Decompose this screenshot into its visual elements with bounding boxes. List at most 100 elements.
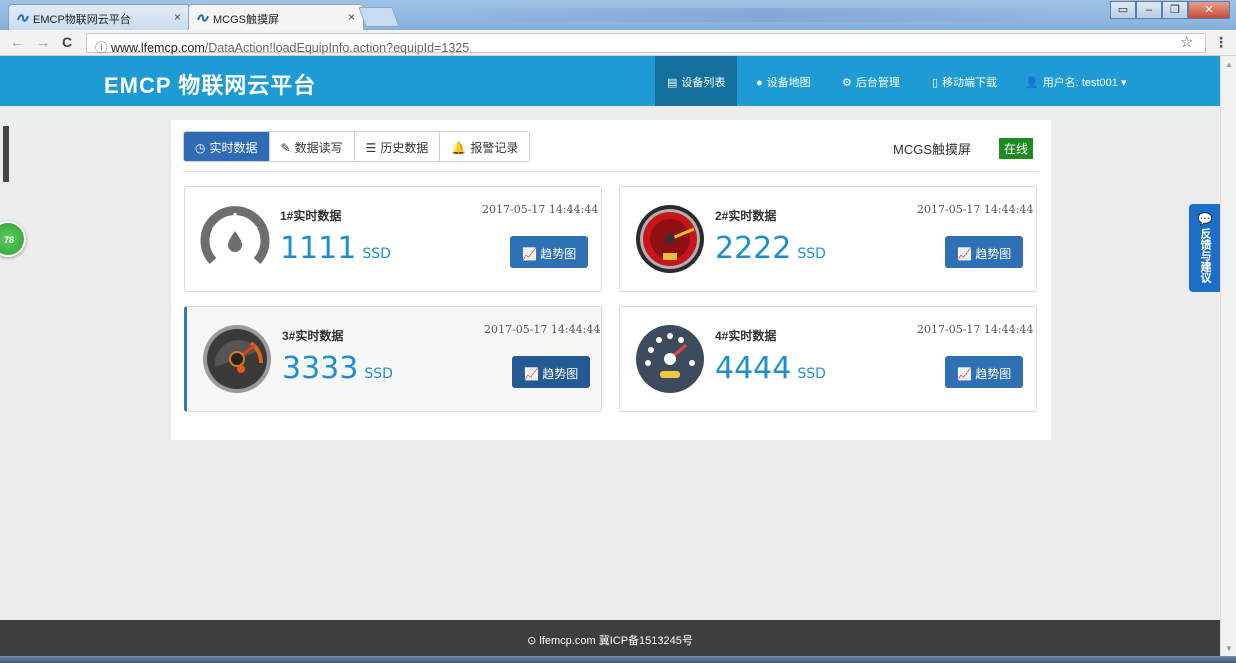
clock-icon: ◷ (195, 141, 206, 155)
tab-history-data[interactable]: ☰ 历史数据 (354, 132, 441, 161)
site-logo[interactable]: EMCP 物联网云平台 (104, 68, 316, 100)
gears-icon: ⚙ (842, 77, 852, 89)
site-favicon-icon (197, 14, 209, 22)
tab-label: 报警记录 (470, 141, 519, 155)
footer-text: lfemcp.com 冀ICP备1513245号 (539, 635, 693, 647)
floating-badge[interactable]: 78 (0, 221, 26, 257)
maximize-icon[interactable]: ❐ (1162, 1, 1188, 19)
nav-label: 设备地图 (766, 77, 811, 89)
status-badge: 在线 (999, 138, 1034, 159)
pencil-icon: ✎ (280, 141, 291, 155)
window-controls: ▭ – ❐ ✕ (1110, 1, 1230, 19)
browser-tab-emcp[interactable]: EMCP物联网云平台 × (8, 4, 190, 30)
card-title: 2#实时数据 (715, 209, 777, 223)
card-value: 3333 SSD (282, 351, 393, 386)
card-value: 2222 SSD (715, 231, 826, 266)
card-title: 1#实时数据 (280, 209, 342, 223)
nav-device-list[interactable]: ▤ 设备列表 (655, 56, 738, 106)
address-bar: ← → C ⓘ www.lfemcp.com/DataAction!loadEq… (0, 30, 1236, 56)
device-panel: ◷ 实时数据 ✎ 数据读写 ☰ 历史数据 🔔 报警记录 MCGS触摸屏 在线 1#实时数… (171, 120, 1051, 440)
value-unit: SSD (797, 366, 826, 382)
value-number: 4444 (715, 351, 792, 386)
value-number: 3333 (282, 351, 359, 386)
info-icon: ⓘ (95, 41, 111, 55)
chart-icon: 📈 (524, 367, 539, 381)
page-content: EMCP 物联网云平台 ▤ 设备列表 ● 设备地图 ⚙ 后台管理 ▯ 移动端下载 👤 用户… (0, 56, 1220, 656)
tab-title: MCGS触摸屏 (213, 14, 279, 26)
nav-label: 设备列表 (681, 77, 726, 89)
mobile-icon: ▯ (932, 77, 939, 89)
value-unit: SSD (364, 366, 393, 382)
dashboard-gauge-icon (636, 325, 704, 393)
browser-tab-mcgs[interactable]: MCGS触摸屏 × (188, 4, 364, 30)
feedback-button[interactable]: 💬 反馈与建议 (1189, 204, 1220, 292)
url-input[interactable]: ⓘ www.lfemcp.com/DataAction!loadEquipInf… (86, 33, 1206, 55)
scroll-up-icon[interactable]: ▲ (1225, 60, 1233, 69)
dark-speedometer-icon (203, 325, 271, 393)
back-arrow-icon[interactable]: ← (10, 34, 24, 50)
nav-user-menu[interactable]: 👤 用户名: test001 ▾ (1025, 56, 1126, 106)
tab-close-icon[interactable]: × (348, 10, 355, 24)
card-value: 4444 SSD (715, 351, 826, 386)
button-label: 趋势图 (542, 367, 579, 381)
tab-alarm-records[interactable]: 🔔 报警记录 (440, 132, 530, 161)
vertical-scrollbar[interactable]: ▲ ▼ (1220, 56, 1236, 663)
tab-close-icon[interactable]: × (174, 10, 181, 24)
data-card-4: 4#实时数据 2017-05-17 14:44:44 4444 SSD 📈 趋势图 (619, 306, 1037, 412)
data-card-3: 3#实时数据 2017-05-17 14:44:44 3333 SSD 📈 趋势图 (184, 306, 602, 412)
minimize-icon[interactable]: – (1136, 1, 1162, 19)
value-unit: SSD (362, 246, 391, 262)
red-speedometer-icon (636, 205, 704, 273)
card-timestamp: 2017-05-17 14:44:44 (917, 203, 1034, 216)
list-icon: ▤ (667, 77, 678, 89)
nav-device-map[interactable]: ● 设备地图 (756, 56, 811, 106)
scroll-down-icon[interactable]: ▼ (1225, 644, 1233, 653)
button-label: 趋势图 (975, 247, 1012, 261)
chart-icon: 📈 (957, 367, 972, 381)
value-number: 1111 (280, 231, 357, 266)
card-timestamp: 2017-05-17 14:44:44 (484, 323, 601, 336)
blurred-title-area (420, 8, 1110, 22)
bell-icon: 🔔 (451, 141, 467, 155)
browser-menu-icon[interactable]: ⋮ (1214, 34, 1228, 51)
bookmark-star-icon[interactable]: ☆ (1180, 33, 1193, 51)
data-card-2: 2#实时数据 2017-05-17 14:44:44 2222 SSD 📈 趋势图 (619, 186, 1037, 292)
divider (183, 171, 1039, 172)
trend-chart-button[interactable]: 📈 趋势图 (945, 356, 1023, 388)
page-footer: ⊙ lfemcp.com 冀ICP备1513245号 (0, 620, 1220, 656)
trend-chart-button[interactable]: 📈 趋势图 (512, 356, 590, 388)
nav-admin[interactable]: ⚙ 后台管理 (842, 56, 900, 106)
device-name: MCGS触摸屏 (893, 142, 972, 157)
tab-label: 数据读写 (294, 141, 343, 155)
button-label: 趋势图 (975, 367, 1012, 381)
chart-icon: 📈 (957, 247, 972, 261)
window-extra-icon[interactable]: ▭ (1110, 1, 1136, 19)
reload-icon[interactable]: C (62, 34, 72, 50)
tab-label: 实时数据 (209, 141, 258, 155)
forward-arrow-icon[interactable]: → (36, 34, 50, 50)
tab-realtime-data[interactable]: ◷ 实时数据 (184, 132, 270, 161)
card-value: 1111 SSD (280, 231, 391, 266)
new-tab-button[interactable] (358, 7, 400, 27)
site-favicon-icon (17, 14, 29, 22)
url-domain: www.lfemcp.com (110, 41, 205, 55)
nav-label: 用户名: test001 (1042, 77, 1118, 89)
card-timestamp: 2017-05-17 14:44:44 (482, 203, 599, 216)
data-tabs: ◷ 实时数据 ✎ 数据读写 ☰ 历史数据 🔔 报警记录 (183, 131, 531, 162)
card-timestamp: 2017-05-17 14:44:44 (917, 323, 1034, 336)
tab-title: EMCP物联网云平台 (33, 14, 131, 26)
copyright-icon: ⊙ (527, 635, 540, 647)
tab-data-read-write[interactable]: ✎ 数据读写 (269, 132, 355, 161)
list-icon: ☰ (365, 141, 377, 155)
left-edge-handle (3, 126, 9, 182)
close-window-icon[interactable]: ✕ (1188, 1, 1230, 19)
button-label: 趋势图 (540, 247, 577, 261)
feedback-label: 反馈与建议 (1199, 228, 1211, 283)
caret-down-icon: ▾ (1117, 77, 1127, 89)
trend-chart-button[interactable]: 📈 趋势图 (945, 236, 1023, 268)
trend-chart-button[interactable]: 📈 趋势图 (510, 236, 588, 268)
card-title: 3#实时数据 (282, 329, 344, 343)
value-unit: SSD (797, 246, 826, 262)
nav-mobile-download[interactable]: ▯ 移动端下载 (932, 56, 997, 106)
os-taskbar (0, 656, 1236, 663)
